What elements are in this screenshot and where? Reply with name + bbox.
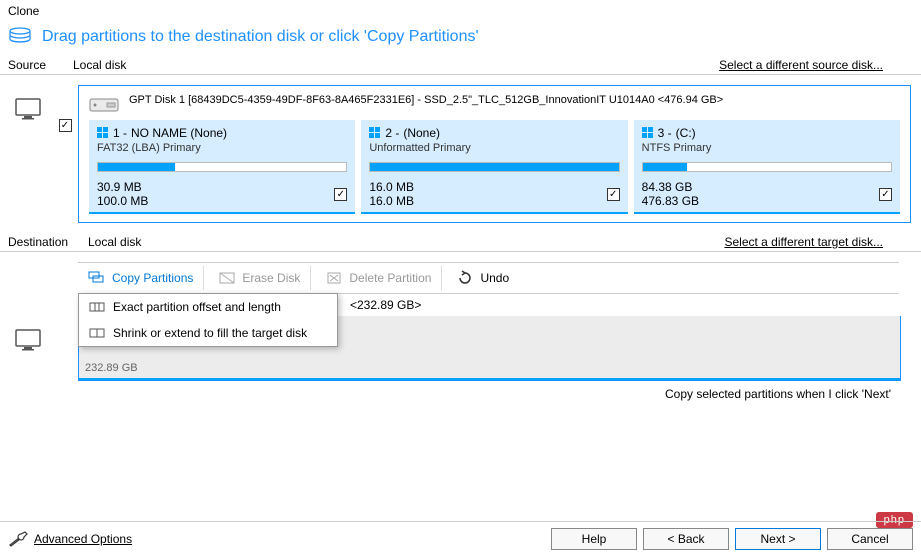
- partition-1[interactable]: 1 - NO NAME (None) FAT32 (LBA) Primary 3…: [89, 120, 355, 214]
- dropdown-exact-label: Exact partition offset and length: [113, 300, 281, 314]
- window-title: Clone: [0, 0, 921, 22]
- dropdown-exact-offset[interactable]: Exact partition offset and length: [79, 294, 337, 320]
- advanced-options-label: Advanced Options: [34, 532, 132, 546]
- copy-partitions-label: Copy Partitions: [112, 271, 193, 285]
- undo-label: Undo: [480, 271, 509, 285]
- windows-icon: [369, 127, 381, 139]
- copy-selected-note: Copy selected partitions when I click 'N…: [0, 381, 921, 405]
- delete-partition-icon: [325, 270, 343, 286]
- destination-sublabel: Local disk: [88, 235, 141, 249]
- partition-1-name: NO NAME (None): [131, 126, 227, 140]
- copy-partitions-icon: [88, 270, 106, 286]
- destination-toolbar: Copy Partitions Erase Disk Delete Partit…: [78, 262, 899, 294]
- partition-2-total: 16.0 MB: [369, 194, 414, 208]
- target-disk-size-header: <232.89 GB>: [260, 294, 901, 316]
- source-disk-card: GPT Disk 1 [68439DC5-4359-49DF-8F63-8A46…: [78, 85, 911, 223]
- partition-3-total: 476.83 GB: [642, 194, 699, 208]
- partition-resize-icon: [89, 326, 105, 340]
- erase-disk-icon: [218, 270, 236, 286]
- copy-partitions-button[interactable]: Copy Partitions: [78, 266, 204, 290]
- source-header: Source Local disk Select a different sou…: [0, 56, 921, 75]
- drive-icon: [89, 96, 119, 114]
- wrench-icon: [8, 531, 28, 547]
- partition-1-usage-bar: [97, 162, 347, 172]
- select-different-target-link[interactable]: Select a different target disk...: [724, 235, 913, 249]
- delete-partition-label: Delete Partition: [349, 271, 431, 285]
- partition-1-used: 30.9 MB: [97, 180, 148, 194]
- delete-partition-button[interactable]: Delete Partition: [315, 266, 442, 290]
- partition-2-used: 16.0 MB: [369, 180, 414, 194]
- partition-3-usage-bar: [642, 162, 892, 172]
- partition-1-total: 100.0 MB: [97, 194, 148, 208]
- source-disk-select-col: ✓: [52, 85, 78, 223]
- partition-2-name: (None): [403, 126, 440, 140]
- footer-bar: Advanced Options Help < Back Next > Canc…: [0, 521, 921, 556]
- erase-disk-button[interactable]: Erase Disk: [208, 266, 311, 290]
- source-disk-title: GPT Disk 1 [68439DC5-4359-49DF-8F63-8A46…: [129, 94, 723, 106]
- dropdown-shrink-label: Shrink or extend to fill the target disk: [113, 326, 307, 340]
- partition-2[interactable]: 2 - (None) Unformatted Primary 16.0 MB 1…: [361, 120, 627, 214]
- instruction-text: Drag partitions to the destination disk …: [42, 28, 479, 46]
- partition-1-num: 1 -: [113, 126, 127, 140]
- monitor-icon: [14, 97, 42, 121]
- undo-button[interactable]: Undo: [446, 266, 519, 290]
- source-disk-block: ✓ GPT Disk 1 [68439DC5-4359-49DF-8F63-8A…: [0, 85, 911, 223]
- partition-3[interactable]: 3 - (C:) NTFS Primary 84.38 GB 476.83 GB…: [634, 120, 900, 214]
- partition-2-checkbox[interactable]: ✓: [607, 188, 620, 201]
- partition-1-checkbox[interactable]: ✓: [334, 188, 347, 201]
- advanced-options-link[interactable]: Advanced Options: [8, 531, 132, 547]
- source-disk-checkbox[interactable]: ✓: [59, 119, 72, 132]
- source-sublabel: Local disk: [73, 58, 126, 72]
- partition-2-num: 2 -: [385, 126, 399, 140]
- copy-partitions-dropdown: Exact partition offset and length Shrink…: [78, 293, 338, 347]
- partition-map-icon: [89, 300, 105, 314]
- partition-3-name: (C:): [676, 126, 696, 140]
- partition-3-used: 84.38 GB: [642, 180, 699, 194]
- unallocated-size-label: 232.89 GB: [85, 362, 138, 374]
- back-button[interactable]: < Back: [643, 528, 729, 550]
- dropdown-shrink-extend[interactable]: Shrink or extend to fill the target disk: [79, 320, 337, 346]
- windows-icon: [97, 127, 109, 139]
- next-button[interactable]: Next >: [735, 528, 821, 550]
- partition-3-checkbox[interactable]: ✓: [879, 188, 892, 201]
- windows-icon: [642, 127, 654, 139]
- partition-3-num: 3 -: [658, 126, 672, 140]
- undo-icon: [456, 270, 474, 286]
- help-button[interactable]: Help: [551, 528, 637, 550]
- partition-1-type: FAT32 (LBA) Primary: [97, 142, 347, 154]
- disk-stack-icon: [8, 26, 32, 48]
- cancel-button[interactable]: Cancel: [827, 528, 913, 550]
- source-label: Source: [8, 58, 73, 72]
- partition-2-usage-bar: [369, 162, 619, 172]
- erase-disk-label: Erase Disk: [242, 271, 300, 285]
- select-different-source-link[interactable]: Select a different source disk...: [719, 58, 913, 72]
- partition-2-type: Unformatted Primary: [369, 142, 619, 154]
- partition-3-type: NTFS Primary: [642, 142, 892, 154]
- destination-label: Destination: [8, 235, 88, 249]
- monitor-icon: [14, 328, 42, 352]
- instruction-row: Drag partitions to the destination disk …: [0, 22, 921, 56]
- partitions-row: 1 - NO NAME (None) FAT32 (LBA) Primary 3…: [89, 120, 900, 214]
- destination-header: Destination Local disk Select a differen…: [0, 233, 921, 252]
